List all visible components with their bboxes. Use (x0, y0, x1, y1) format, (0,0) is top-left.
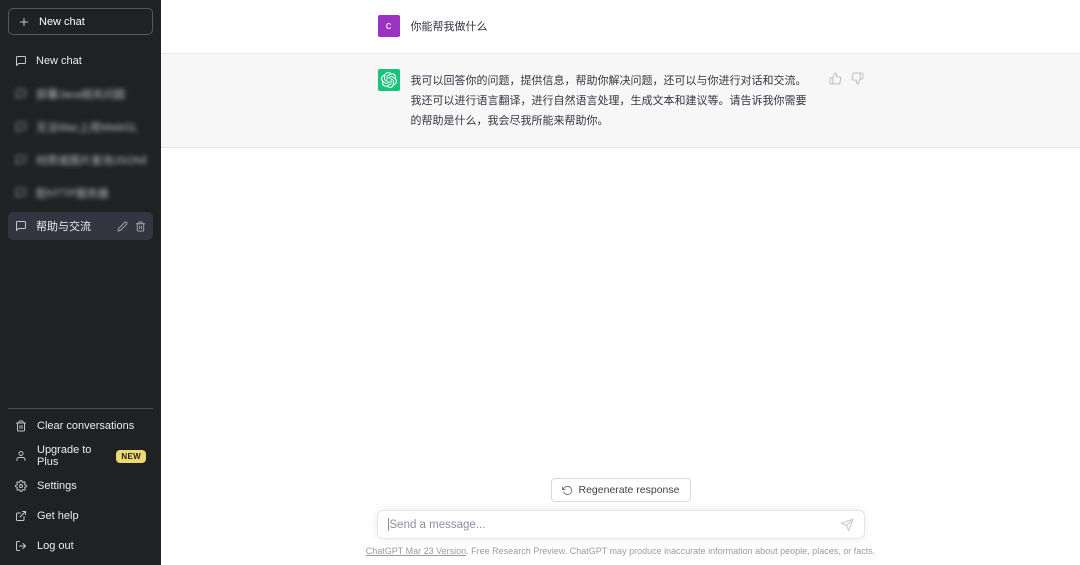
chat-bubble-icon (15, 154, 27, 166)
new-chat-label: New chat (39, 16, 85, 28)
clear-conversations-button[interactable]: Clear conversations (8, 411, 153, 441)
footer-item-label: Get help (37, 510, 79, 522)
upgrade-to-plus-button[interactable]: Upgrade to Plus NEW (8, 441, 153, 471)
footer-disclaimer: ChatGPT Mar 23 Version. Free Research Pr… (366, 546, 875, 556)
chat-bubble-icon (15, 220, 27, 232)
logout-icon (15, 540, 27, 552)
person-icon (15, 450, 27, 462)
get-help-button[interactable]: Get help (8, 501, 153, 531)
text-caret (388, 518, 389, 531)
history-item-label: 材质或图片查询JSON格式化 (36, 152, 146, 168)
footer-item-label: Settings (37, 480, 77, 492)
history-item-actions (117, 221, 146, 232)
message-input-box (377, 510, 865, 539)
trash-icon (15, 420, 27, 432)
thumbs-down-icon[interactable] (851, 72, 864, 85)
history-item-selected[interactable]: 帮助与交流 (8, 212, 153, 240)
history-item-blurred-2[interactable]: 无法Mac上用WebGL (8, 113, 153, 141)
thumbs-up-icon[interactable] (829, 72, 842, 85)
chat-history-list: New chat 部署Java相关问题 无法Mac上用WebGL 材质或图片查询… (8, 47, 153, 408)
message-feedback (829, 69, 864, 85)
send-icon[interactable] (840, 518, 854, 532)
refresh-icon (562, 485, 573, 496)
history-item-label: 无法Mac上用WebGL (36, 119, 146, 135)
message-input[interactable] (390, 519, 840, 531)
chat-main: c 你能帮我做什么 我可以回答你的问题，提供信息，帮助你解决问题，还可以与你进行… (161, 0, 1080, 565)
history-item-label: New chat (36, 55, 146, 67)
settings-button[interactable]: Settings (8, 471, 153, 501)
history-item-label: 帮助与交流 (36, 218, 108, 234)
edit-pencil-icon[interactable] (117, 221, 128, 232)
sidebar-footer: Clear conversations Upgrade to Plus NEW … (8, 408, 153, 561)
chatgpt-logo-icon (378, 69, 400, 91)
history-item-blurred-4[interactable]: 配HTTP服务器 (8, 179, 153, 207)
chat-bubble-icon (15, 121, 27, 133)
user-avatar: c (378, 15, 400, 37)
user-message-row: c 你能帮我做什么 (161, 0, 1080, 54)
chat-bubble-icon (15, 88, 27, 100)
footer-item-label: Log out (37, 540, 74, 552)
chat-bubble-icon (15, 55, 27, 67)
chat-bubble-icon (15, 187, 27, 199)
new-chat-button[interactable]: New chat (8, 8, 153, 35)
version-link[interactable]: ChatGPT Mar 23 Version (366, 546, 466, 556)
user-message-text: 你能帮我做什么 (411, 15, 864, 37)
regenerate-label: Regenerate response (579, 484, 680, 496)
history-item-label: 配HTTP服务器 (36, 185, 146, 201)
history-item-blurred-1[interactable]: 部署Java相关问题 (8, 80, 153, 108)
plus-icon (18, 16, 30, 28)
history-item-label: 部署Java相关问题 (36, 86, 146, 102)
assistant-message-text: 我可以回答你的问题，提供信息，帮助你解决问题，还可以与你进行对话和交流。我还可以… (411, 69, 812, 131)
chatgpt-app: New chat New chat 部署Java相关问题 无法Mac上用WebG (0, 0, 1080, 565)
sidebar: New chat New chat 部署Java相关问题 无法Mac上用WebG (0, 0, 161, 565)
footer-item-label: Clear conversations (37, 420, 134, 432)
footer-item-label: Upgrade to Plus (37, 444, 106, 468)
new-badge: NEW (116, 450, 146, 463)
external-link-icon (15, 510, 27, 522)
gear-icon (15, 480, 27, 492)
assistant-message-row: 我可以回答你的问题，提供信息，帮助你解决问题，还可以与你进行对话和交流。我还可以… (161, 54, 1080, 148)
disclaimer-text: . Free Research Preview. ChatGPT may pro… (466, 546, 875, 556)
history-item-blurred-3[interactable]: 材质或图片查询JSON格式化 (8, 146, 153, 174)
history-item-new-chat[interactable]: New chat (8, 47, 153, 75)
delete-trash-icon[interactable] (135, 221, 146, 232)
composer-area: Regenerate response ChatGPT Mar 23 Versi… (161, 478, 1080, 565)
regenerate-response-button[interactable]: Regenerate response (551, 478, 691, 502)
log-out-button[interactable]: Log out (8, 531, 153, 561)
